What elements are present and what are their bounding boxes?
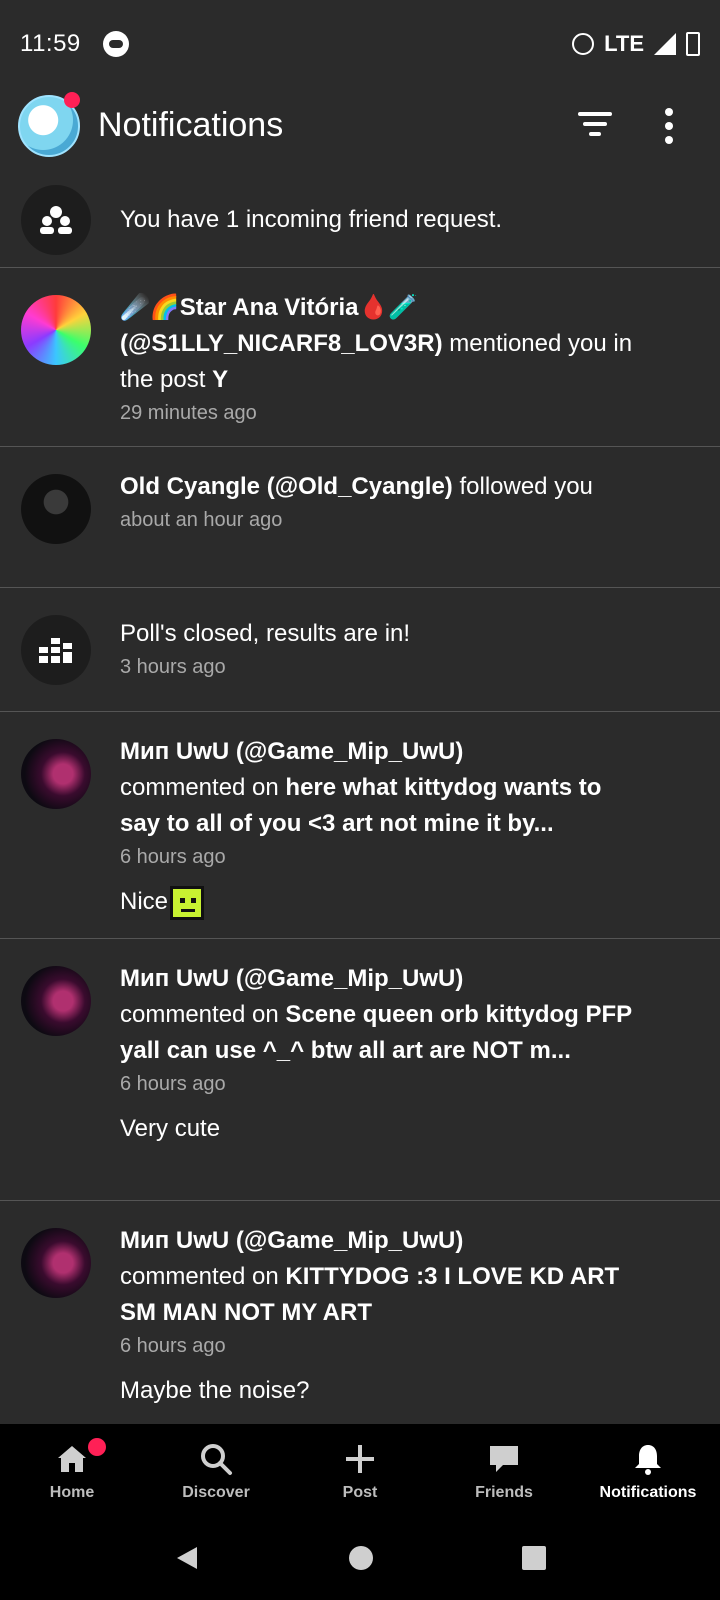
user-display-name[interactable]: ☄️🌈Star Ana Vitória🩸🧪 [120,294,418,321]
poll-icon [21,615,91,685]
notification-action: commented on [120,774,286,801]
timestamp: 6 hours ago [120,1335,226,1357]
bell-icon [635,1445,661,1475]
signal-icon [654,33,676,55]
more-options-icon[interactable] [664,108,674,144]
smiley-emoji-icon [170,885,205,920]
notification-text: ☄️🌈Star Ana Vitória🩸🧪 (@S1LLY_NICARF8_LO… [120,290,640,428]
notification-friend-request[interactable]: You have 1 incoming friend request. [0,172,720,268]
recents-icon[interactable] [521,1545,547,1571]
notification-text: Мип UwU (@Game_Mip_UwU) commented on Sce… [120,961,640,1147]
nav-discover[interactable]: Discover [144,1424,288,1516]
timestamp: 3 hours ago [120,656,226,678]
user-avatar[interactable] [21,295,91,365]
chat-bubble-icon [490,1446,518,1472]
home-badge [88,1438,106,1456]
app-header: Notifications [0,88,720,172]
notification-comment[interactable]: Мип UwU (@Game_Mip_UwU) commented on KIT… [0,1201,720,1424]
nav-label: Post [342,1484,378,1501]
search-icon [201,1444,232,1475]
notification-text: Poll's closed, results are in! 3 hours a… [120,616,640,682]
notification-text: Мип UwU (@Game_Mip_UwU) commented on her… [120,734,640,920]
nav-notifications[interactable]: Notifications [576,1424,720,1516]
timestamp: 29 minutes ago [120,402,257,424]
notification-comment[interactable]: Мип UwU (@Game_Mip_UwU) commented on Sce… [0,939,720,1201]
notification-action: followed you [452,473,593,500]
user-display-name[interactable]: Мип UwU (@Game_Mip_UwU) [120,1227,463,1254]
notification-text: Old Cyangle (@Old_Cyangle) followed you … [120,469,640,535]
nav-label: Notifications [599,1484,697,1501]
poll-text: Poll's closed, results are in! [120,620,411,647]
nav-label: Discover [182,1484,250,1501]
user-avatar[interactable] [21,474,91,544]
comment-text: Maybe the noise? [120,1377,310,1404]
notification-action: commented on [120,1263,286,1290]
profile-notification-dot [64,92,80,108]
timestamp: 6 hours ago [120,846,226,868]
plus-icon [346,1445,374,1473]
home-icon [58,1446,86,1472]
comment-text: Very cute [120,1115,221,1142]
system-navigation-bar [0,1516,720,1600]
timestamp: about an hour ago [120,509,283,531]
status-bar: 11:59 LTE [0,0,720,88]
notification-poll[interactable]: Poll's closed, results are in! 3 hours a… [0,588,720,712]
user-avatar[interactable] [21,966,91,1036]
user-avatar[interactable] [21,739,91,809]
comment-text: Nice [120,884,640,920]
nav-label: Home [49,1484,95,1501]
notification-list: You have 1 incoming friend request. ☄️🌈S… [0,172,720,1424]
user-handle[interactable]: (@S1LLY_NICARF8_LOV3R) [120,330,443,357]
bottom-navigation: Home Discover Post Friends Notifications [0,1424,720,1516]
notification-action: commented on [120,1001,286,1028]
nav-friends[interactable]: Friends [432,1424,576,1516]
page-title: Notifications [98,106,284,144]
nav-home[interactable]: Home [0,1424,144,1516]
notification-follow[interactable]: Old Cyangle (@Old_Cyangle) followed you … [0,447,720,588]
nav-post[interactable]: Post [288,1424,432,1516]
notification-comment[interactable]: Мип UwU (@Game_Mip_UwU) commented on her… [0,712,720,939]
user-display-name[interactable]: Old Cyangle (@Old_Cyangle) [120,473,453,500]
status-right-icons: LTE [572,31,700,57]
filter-icon[interactable] [578,112,612,140]
post-title[interactable]: Y [212,366,228,393]
user-display-name[interactable]: Мип UwU (@Game_Mip_UwU) [120,965,463,992]
user-avatar[interactable] [21,1228,91,1298]
status-time: 11:59 [20,30,81,57]
notification-mention[interactable]: ☄️🌈Star Ana Vitória🩸🧪 (@S1LLY_NICARF8_LO… [0,268,720,447]
home-circle-icon[interactable] [348,1545,374,1571]
timestamp: 6 hours ago [120,1073,226,1095]
notification-text: Мип UwU (@Game_Mip_UwU) commented on KIT… [120,1223,640,1409]
user-display-name[interactable]: Мип UwU (@Game_Mip_UwU) [120,738,463,765]
battery-icon [686,32,700,56]
gamepad-icon [102,31,129,57]
alarm-icon [572,33,595,55]
back-icon[interactable] [173,1544,201,1572]
network-type: LTE [604,31,644,56]
nav-label: Friends [475,1484,533,1501]
notification-text: You have 1 incoming friend request. [120,206,503,233]
friends-icon [21,185,91,255]
